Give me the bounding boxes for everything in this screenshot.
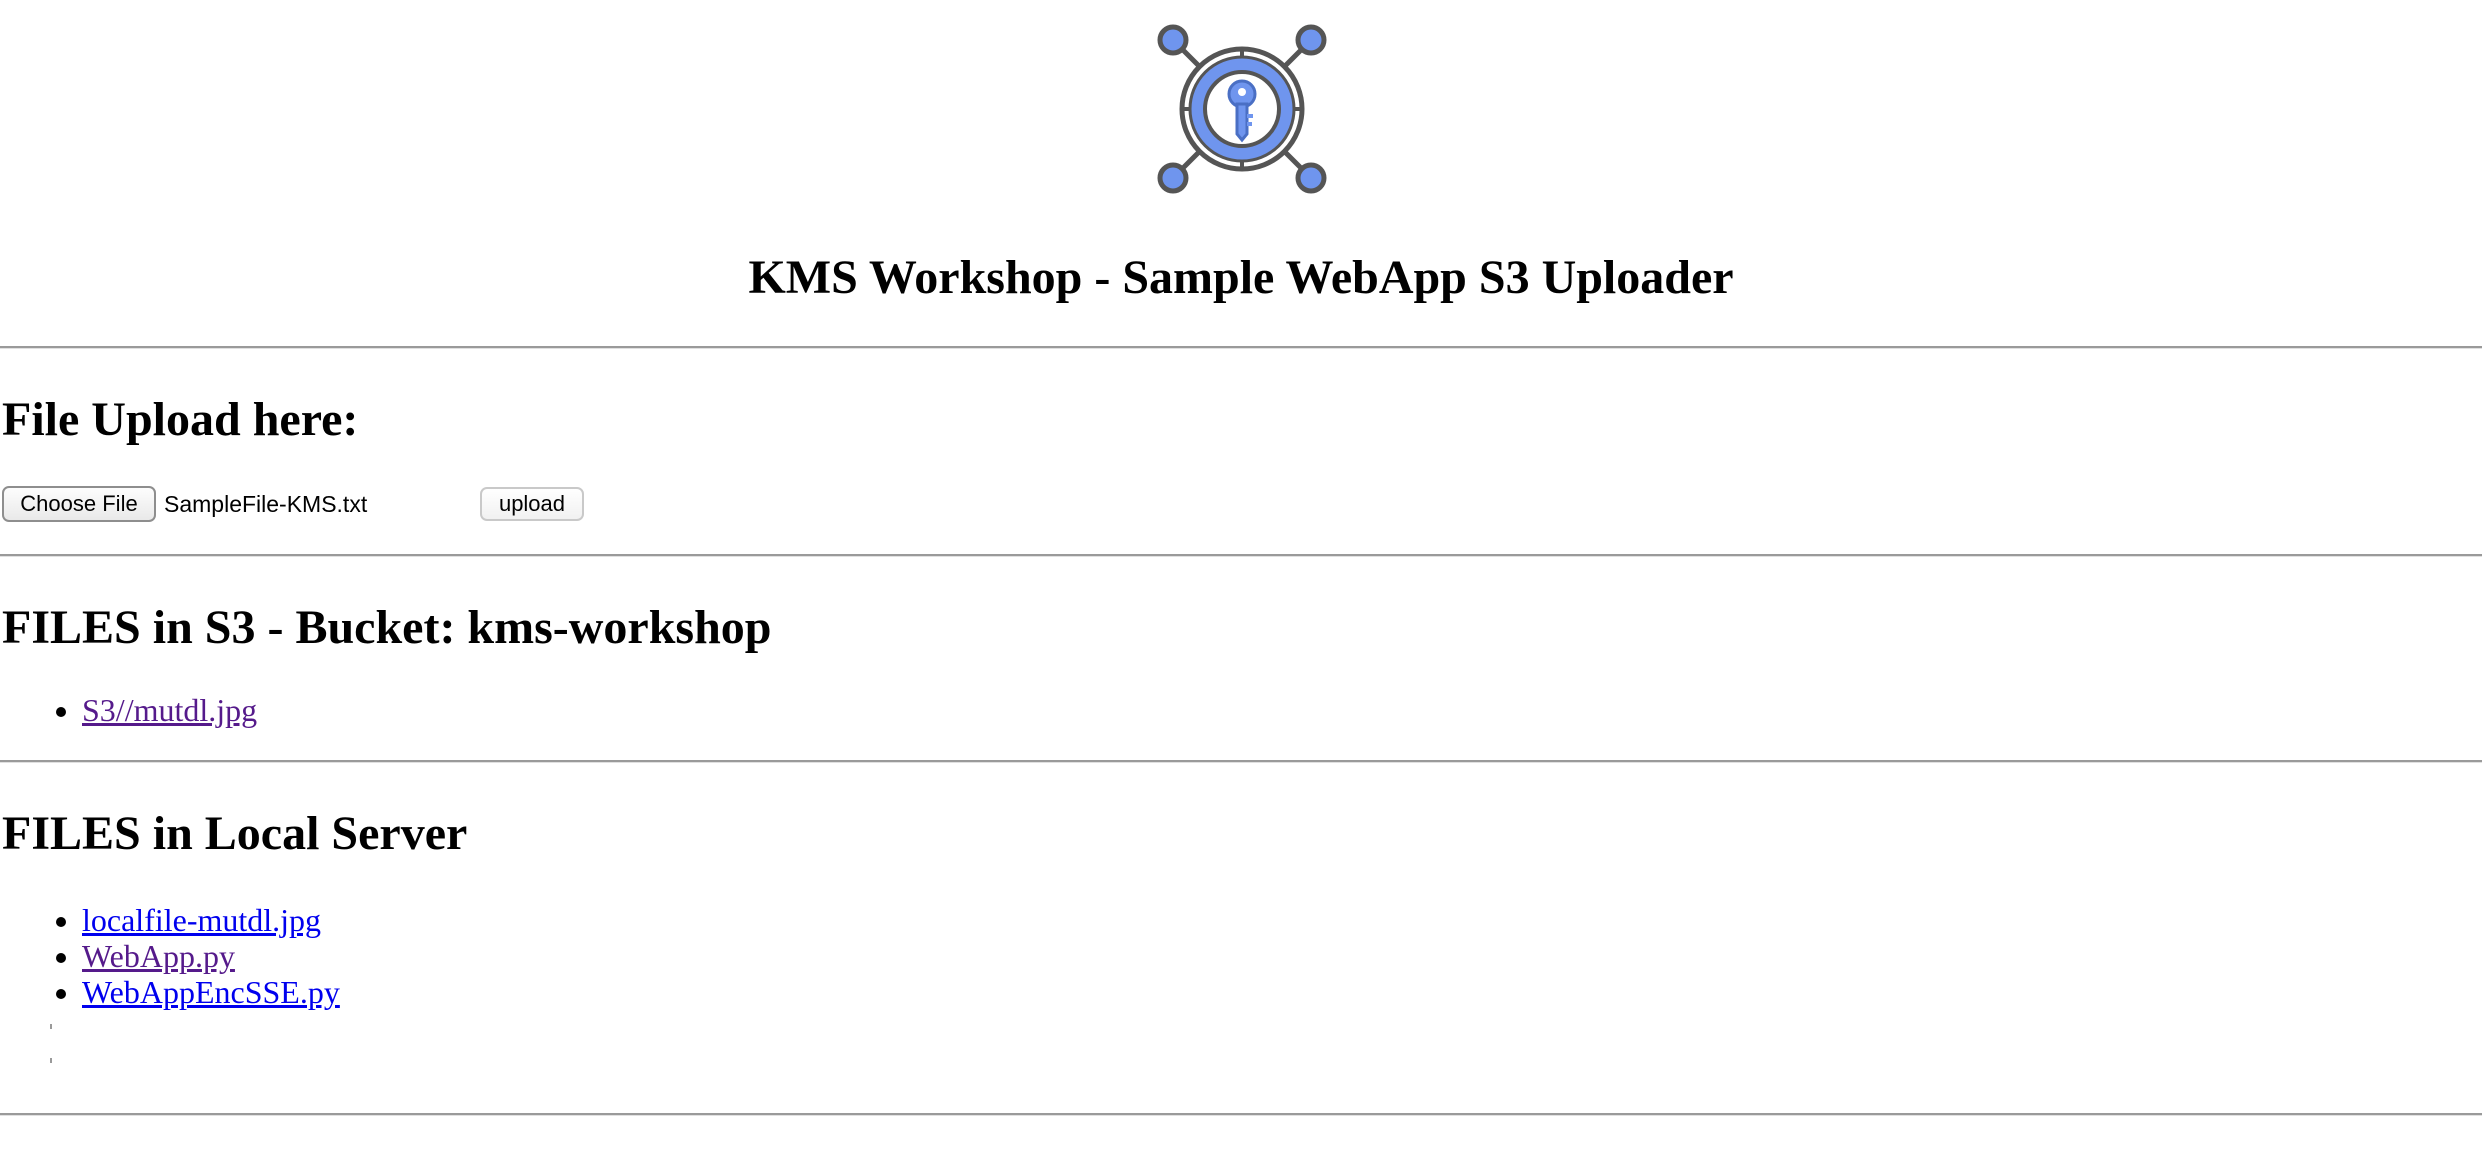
page-title: KMS Workshop - Sample WebApp S3 Uploader <box>748 251 1734 304</box>
selected-file-name: SampleFile-KMS.txt <box>164 491 368 517</box>
s3-file-link[interactable]: S3//mutdl.jpg <box>82 692 257 728</box>
divider <box>0 346 2482 349</box>
upload-heading: File Upload here: <box>2 393 359 446</box>
divider <box>0 554 2482 557</box>
s3-file-list: S3//mutdl.jpg <box>0 692 257 728</box>
s3-files-heading: FILES in S3 - Bucket: kms-workshop <box>2 601 772 654</box>
empty-list-marker <box>50 1058 52 1063</box>
local-file-link[interactable]: WebAppEncSSE.py <box>82 974 340 1010</box>
upload-button[interactable]: upload <box>480 487 584 521</box>
list-item: WebAppEncSSE.py <box>82 974 340 1010</box>
list-item: S3//mutdl.jpg <box>82 692 257 728</box>
local-file-link[interactable]: WebApp.py <box>82 938 235 974</box>
empty-list-marker <box>50 1024 52 1029</box>
divider <box>0 760 2482 763</box>
list-item: localfile-mutdl.jpg <box>82 902 340 938</box>
local-file-list: localfile-mutdl.jpg WebApp.py WebAppEncS… <box>0 902 340 1010</box>
local-files-heading: FILES in Local Server <box>2 807 468 860</box>
divider <box>0 1113 2482 1116</box>
local-file-link[interactable]: localfile-mutdl.jpg <box>82 902 321 938</box>
list-item: WebApp.py <box>82 938 340 974</box>
kms-key-icon <box>1157 24 1327 194</box>
choose-file-button[interactable]: Choose File <box>2 486 156 522</box>
